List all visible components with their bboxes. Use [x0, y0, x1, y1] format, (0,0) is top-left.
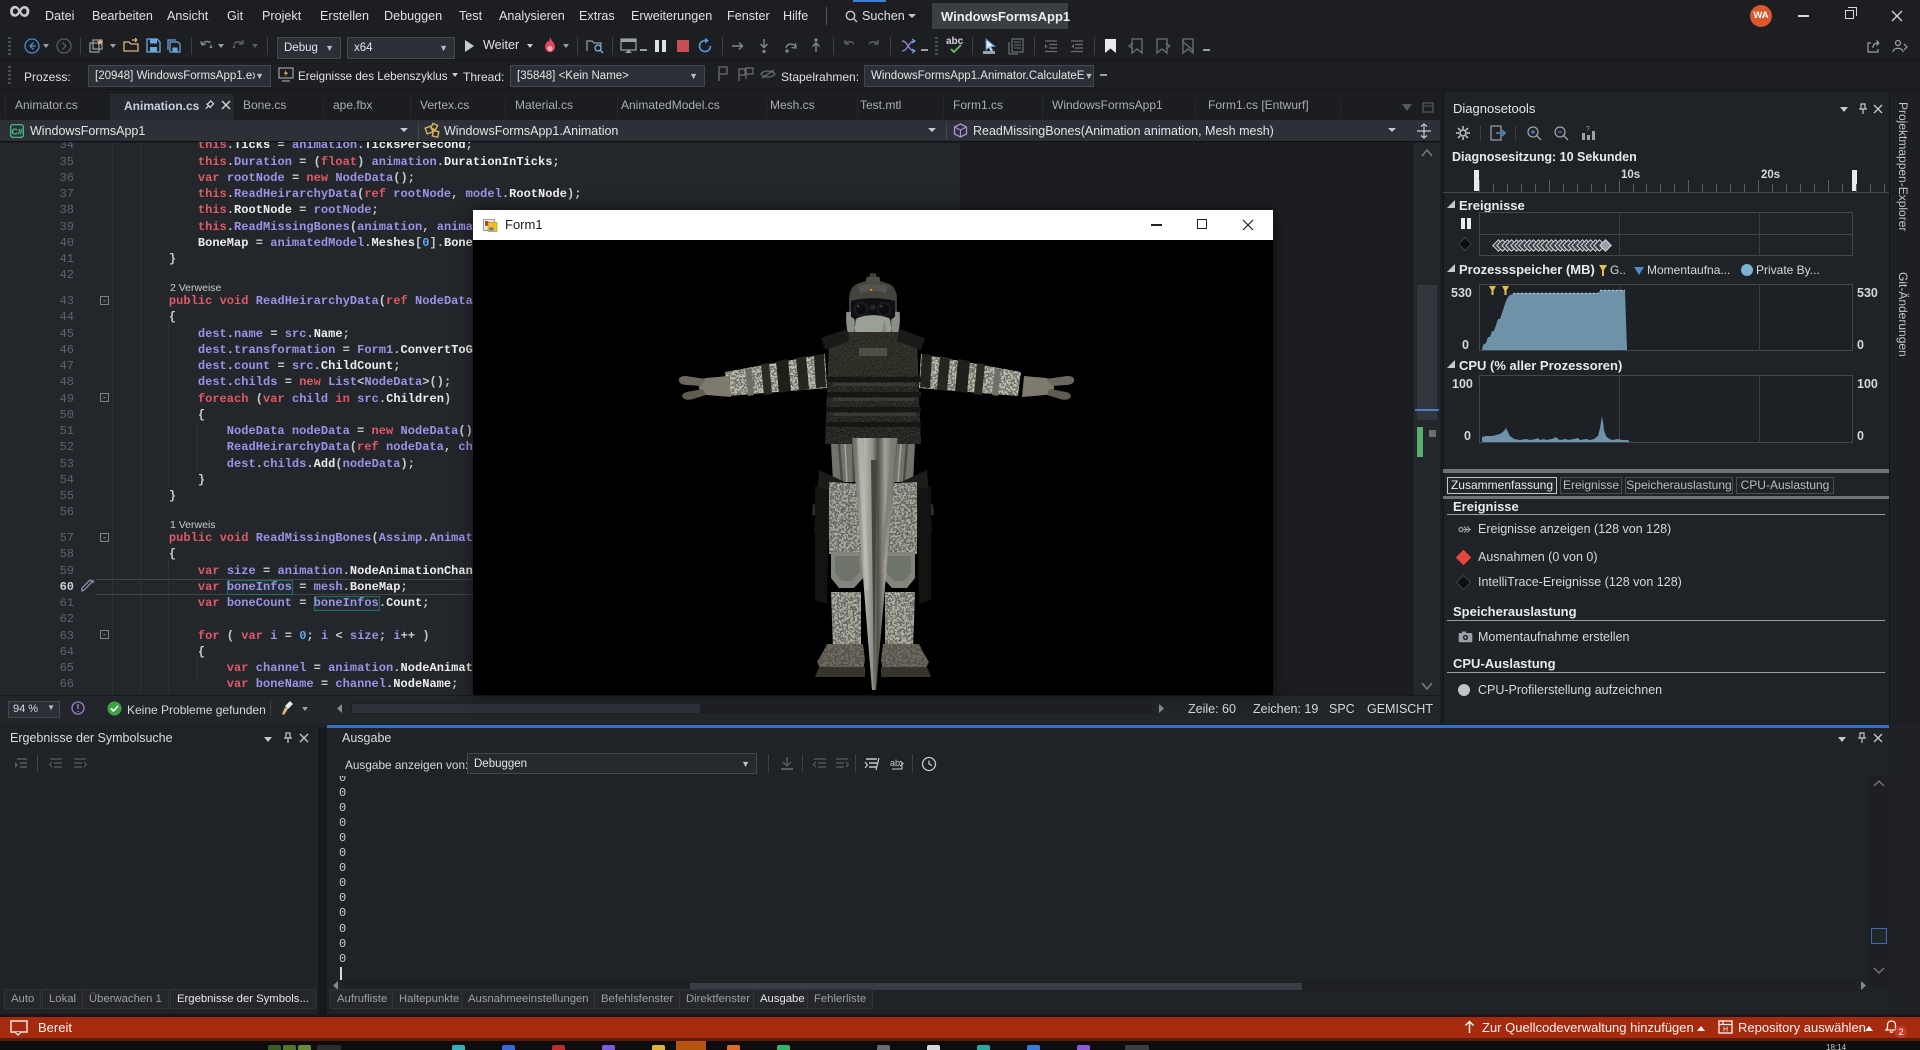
svg-text:H: H	[1723, 1027, 1728, 1034]
svg-text:C#: C#	[12, 127, 23, 137]
svg-text:?: ?	[1586, 126, 1590, 133]
svg-text:ab: ab	[890, 758, 900, 768]
